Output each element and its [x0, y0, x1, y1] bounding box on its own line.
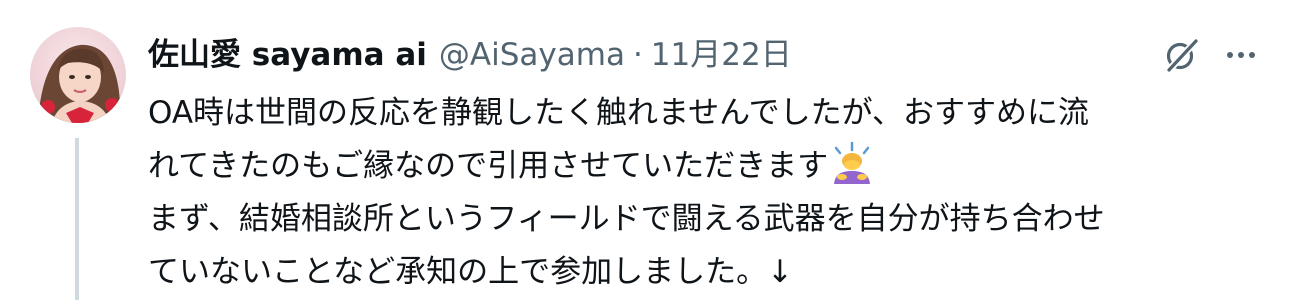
separator-dot: ·	[632, 37, 643, 73]
tweet-text-line-4: ていないことなど承知の上で参加しました。↓	[148, 254, 794, 290]
tweet-text: OA時は世間の反応を静観したく触れませんでしたが、おすすめに流 れてきたのもご縁…	[148, 87, 1283, 299]
more-button[interactable]	[1218, 32, 1264, 78]
person-bowing-emoji	[830, 140, 874, 184]
more-icon	[1227, 52, 1255, 58]
tweet-text-line-2: れてきたのもご縁なので引用させていただきます	[148, 140, 1283, 193]
tweet-text-line-3: まず、結婚相談所というフィールドで闘える武器を自分が持ち合わせ	[148, 201, 1105, 237]
avatar[interactable]	[30, 27, 126, 123]
tweet-text-line-1: OA時は世間の反応を静観したく触れませんでしたが、おすすめに流	[148, 95, 1089, 131]
display-name[interactable]: 佐山愛 sayama ai	[148, 30, 427, 80]
timestamp[interactable]: 11月22日	[651, 30, 792, 80]
grok-button[interactable]	[1158, 32, 1204, 78]
tweet-card: 佐山愛 sayama ai @AiSayama · 11月22日 OA時は世間の…	[0, 0, 1298, 300]
tweet-text-line-2-text: れてきたのもご縁なので引用させていただきます	[148, 148, 829, 184]
avatar-photo	[30, 27, 126, 123]
thread-connector-line	[75, 138, 79, 300]
tweet-actions	[1158, 32, 1264, 78]
user-handle[interactable]: @AiSayama	[439, 30, 625, 80]
tweet-header: 佐山愛 sayama ai @AiSayama · 11月22日	[148, 30, 792, 80]
grok-icon	[1165, 37, 1200, 74]
